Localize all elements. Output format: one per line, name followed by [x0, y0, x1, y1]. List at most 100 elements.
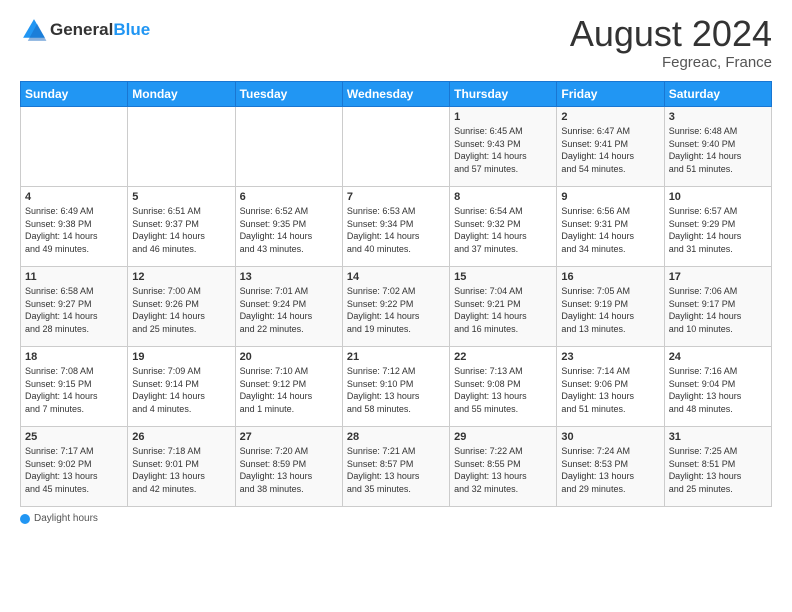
day-number: 12 [132, 271, 230, 283]
day-cell: 18 Sunrise: 7:08 AMSunset: 9:15 PMDayligh… [21, 347, 128, 427]
day-cell: 12 Sunrise: 7:00 AMSunset: 9:26 PMDayligh… [128, 267, 235, 347]
day-cell: 20Sunrise: 7:10 AMSunset: 9:12 PMDayligh… [235, 347, 342, 427]
day-cell: 31 Sunrise: 7:25 AMSunset: 8:51 PMDayligh… [664, 427, 771, 507]
day-cell: 14Sunrise: 7:02 AMSunset: 9:22 PMDayligh… [342, 267, 449, 347]
day-info: Sunrise: 7:05 AMSunset: 9:19 PMDaylight:… [561, 285, 659, 335]
day-info: Sunrise: 7:00 AMSunset: 9:26 PMDaylight:… [132, 285, 230, 335]
day-cell: 21Sunrise: 7:12 AMSunset: 9:10 PMDayligh… [342, 347, 449, 427]
day-info: Sunrise: 6:49 AMSunset: 9:38 PMDaylight:… [25, 205, 123, 255]
day-info: Sunrise: 7:14 AMSunset: 9:06 PMDaylight:… [561, 365, 659, 415]
day-cell: 24Sunrise: 7:16 AMSunset: 9:04 PMDayligh… [664, 347, 771, 427]
day-header-thursday: Thursday [450, 82, 557, 107]
day-info: Sunrise: 6:56 AMSunset: 9:31 PMDaylight:… [561, 205, 659, 255]
calendar-table: SundayMondayTuesdayWednesdayThursdayFrid… [20, 81, 772, 507]
day-info: Sunrise: 7:09 AMSunset: 9:14 PMDaylight:… [132, 365, 230, 415]
day-info: Sunrise: 7:18 AMSunset: 9:01 PMDaylight:… [132, 445, 230, 495]
day-info: Sunrise: 7:16 AMSunset: 9:04 PMDaylight:… [669, 365, 767, 415]
day-header-friday: Friday [557, 82, 664, 107]
header: GeneralBlue August 2024 Fegreac, France [20, 16, 772, 71]
day-cell [21, 107, 128, 187]
day-info: Sunrise: 7:24 AMSunset: 8:53 PMDaylight:… [561, 445, 659, 495]
day-cell [235, 107, 342, 187]
day-cell: 23 Sunrise: 7:14 AMSunset: 9:06 PMDayligh… [557, 347, 664, 427]
logo-icon [20, 16, 48, 44]
logo-general: General [50, 20, 113, 39]
day-number: 26 [132, 431, 230, 443]
day-number: 2 [561, 111, 659, 123]
footer: Daylight hours [20, 513, 772, 524]
day-info: Sunrise: 6:52 AMSunset: 9:35 PMDaylight:… [240, 205, 338, 255]
day-number: 27 [240, 431, 338, 443]
day-cell: 26 Sunrise: 7:18 AMSunset: 9:01 PMDayligh… [128, 427, 235, 507]
day-cell: 30 Sunrise: 7:24 AMSunset: 8:53 PMDayligh… [557, 427, 664, 507]
day-cell: 4 Sunrise: 6:49 AMSunset: 9:38 PMDaylight… [21, 187, 128, 267]
day-number: 23 [561, 351, 659, 363]
day-number: 9 [561, 191, 659, 203]
day-cell: 9 Sunrise: 6:56 AMSunset: 9:31 PMDaylight… [557, 187, 664, 267]
day-number: 19 [132, 351, 230, 363]
day-cell: 19 Sunrise: 7:09 AMSunset: 9:14 PMDayligh… [128, 347, 235, 427]
week-row-2: 4 Sunrise: 6:49 AMSunset: 9:38 PMDaylight… [21, 187, 772, 267]
title-section: August 2024 Fegreac, France [570, 16, 772, 71]
day-number: 31 [669, 431, 767, 443]
day-cell: 10Sunrise: 6:57 AMSunset: 9:29 PMDayligh… [664, 187, 771, 267]
day-header-sunday: Sunday [21, 82, 128, 107]
logo-blue: Blue [113, 20, 150, 39]
day-info: Sunrise: 7:22 AMSunset: 8:55 PMDaylight:… [454, 445, 552, 495]
day-number: 28 [347, 431, 445, 443]
day-number: 10 [669, 191, 767, 203]
day-cell: 1Sunrise: 6:45 AMSunset: 9:43 PMDaylight… [450, 107, 557, 187]
day-info: Sunrise: 7:20 AMSunset: 8:59 PMDaylight:… [240, 445, 338, 495]
day-info: Sunrise: 7:17 AMSunset: 9:02 PMDaylight:… [25, 445, 123, 495]
day-header-tuesday: Tuesday [235, 82, 342, 107]
day-cell: 13Sunrise: 7:01 AMSunset: 9:24 PMDayligh… [235, 267, 342, 347]
day-number: 1 [454, 111, 552, 123]
day-header-monday: Monday [128, 82, 235, 107]
day-number: 4 [25, 191, 123, 203]
day-cell: 17Sunrise: 7:06 AMSunset: 9:17 PMDayligh… [664, 267, 771, 347]
day-number: 20 [240, 351, 338, 363]
week-row-5: 25 Sunrise: 7:17 AMSunset: 9:02 PMDayligh… [21, 427, 772, 507]
page: GeneralBlue August 2024 Fegreac, France … [0, 0, 792, 534]
day-header-wednesday: Wednesday [342, 82, 449, 107]
logo: GeneralBlue [20, 16, 150, 44]
day-info: Sunrise: 7:02 AMSunset: 9:22 PMDaylight:… [347, 285, 445, 335]
week-row-4: 18 Sunrise: 7:08 AMSunset: 9:15 PMDayligh… [21, 347, 772, 427]
week-row-1: 1Sunrise: 6:45 AMSunset: 9:43 PMDaylight… [21, 107, 772, 187]
location: Fegreac, France [570, 54, 772, 71]
day-number: 11 [25, 271, 123, 283]
day-info: Sunrise: 6:58 AMSunset: 9:27 PMDaylight:… [25, 285, 123, 335]
day-info: Sunrise: 7:13 AMSunset: 9:08 PMDaylight:… [454, 365, 552, 415]
day-cell: 11 Sunrise: 6:58 AMSunset: 9:27 PMDayligh… [21, 267, 128, 347]
day-info: Sunrise: 7:06 AMSunset: 9:17 PMDaylight:… [669, 285, 767, 335]
day-number: 30 [561, 431, 659, 443]
day-cell: 5Sunrise: 6:51 AMSunset: 9:37 PMDaylight… [128, 187, 235, 267]
day-info: Sunrise: 6:48 AMSunset: 9:40 PMDaylight:… [669, 125, 767, 175]
day-number: 6 [240, 191, 338, 203]
day-cell: 7Sunrise: 6:53 AMSunset: 9:34 PMDaylight… [342, 187, 449, 267]
day-number: 18 [25, 351, 123, 363]
day-number: 8 [454, 191, 552, 203]
day-cell: 25 Sunrise: 7:17 AMSunset: 9:02 PMDayligh… [21, 427, 128, 507]
day-info: Sunrise: 6:51 AMSunset: 9:37 PMDaylight:… [132, 205, 230, 255]
header-row: SundayMondayTuesdayWednesdayThursdayFrid… [21, 82, 772, 107]
day-cell: 3 Sunrise: 6:48 AMSunset: 9:40 PMDaylight… [664, 107, 771, 187]
day-number: 16 [561, 271, 659, 283]
day-number: 25 [25, 431, 123, 443]
day-number: 3 [669, 111, 767, 123]
day-number: 13 [240, 271, 338, 283]
day-info: Sunrise: 6:47 AMSunset: 9:41 PMDaylight:… [561, 125, 659, 175]
day-cell [342, 107, 449, 187]
day-header-saturday: Saturday [664, 82, 771, 107]
day-cell: 2 Sunrise: 6:47 AMSunset: 9:41 PMDaylight… [557, 107, 664, 187]
day-number: 22 [454, 351, 552, 363]
day-cell: 27 Sunrise: 7:20 AMSunset: 8:59 PMDayligh… [235, 427, 342, 507]
day-info: Sunrise: 7:04 AMSunset: 9:21 PMDaylight:… [454, 285, 552, 335]
day-cell [128, 107, 235, 187]
day-info: Sunrise: 7:08 AMSunset: 9:15 PMDaylight:… [25, 365, 123, 415]
daylight-label: Daylight hours [34, 513, 98, 524]
day-info: Sunrise: 7:25 AMSunset: 8:51 PMDaylight:… [669, 445, 767, 495]
day-number: 15 [454, 271, 552, 283]
day-cell: 22 Sunrise: 7:13 AMSunset: 9:08 PMDayligh… [450, 347, 557, 427]
day-cell: 28Sunrise: 7:21 AMSunset: 8:57 PMDayligh… [342, 427, 449, 507]
